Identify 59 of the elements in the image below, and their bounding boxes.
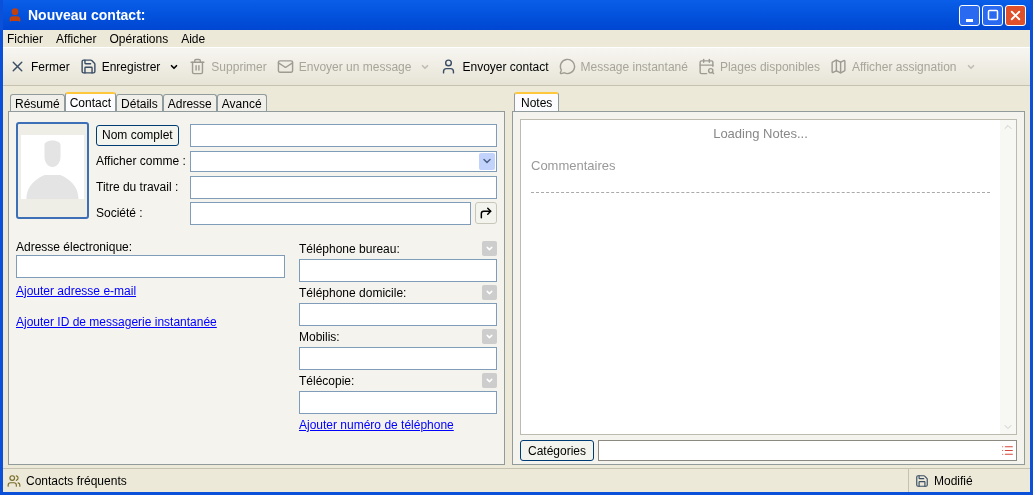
text-field[interactable] xyxy=(190,123,497,147)
display-as-dropdown[interactable] xyxy=(190,150,497,172)
person-silhouette-icon xyxy=(21,135,84,199)
window-title: Nouveau contact: xyxy=(28,5,146,25)
tab[interactable]: Adresse xyxy=(162,94,217,111)
field-label: Mobilis: xyxy=(299,328,340,346)
menu-item[interactable]: Aide xyxy=(181,29,206,48)
link[interactable]: Ajouter numéro de téléphone xyxy=(299,416,454,434)
status-text: Modifié xyxy=(934,472,973,490)
field-label: Afficher comme : xyxy=(96,153,186,170)
phone-field[interactable] xyxy=(299,303,497,326)
curved-arrow-icon xyxy=(479,206,493,220)
email-field[interactable] xyxy=(16,255,285,278)
comments-placeholder: Commentaires xyxy=(531,156,617,175)
menu-item[interactable]: Fichier xyxy=(7,29,43,48)
link[interactable]: Ajouter ID de messagerie instantanée xyxy=(16,313,217,331)
tab[interactable]: Résumé xyxy=(10,94,65,111)
envelope-icon xyxy=(276,58,294,75)
phone-field[interactable] xyxy=(299,259,497,282)
tab[interactable]: Détails xyxy=(116,94,163,111)
menu-item[interactable]: Afficher xyxy=(56,29,97,48)
contacts-icon xyxy=(7,473,21,488)
speech-bubble-icon xyxy=(558,58,576,75)
minimize-button[interactable] xyxy=(959,4,980,26)
field-label: Adresse électronique: xyxy=(16,239,134,255)
close-button[interactable] xyxy=(1005,4,1026,26)
follow-arrow-button[interactable] xyxy=(475,202,497,224)
tab[interactable]: Notes xyxy=(514,92,560,111)
calendar-icon xyxy=(697,58,715,75)
toolbar-button[interactable]: Enregistrer xyxy=(79,57,180,76)
tab[interactable]: Avancé xyxy=(216,94,267,111)
full-name-button[interactable]: Nom complet xyxy=(96,124,179,146)
contact-photo[interactable] xyxy=(16,122,89,219)
phone-field[interactable] xyxy=(299,391,497,414)
field-label: Téléphone bureau: xyxy=(299,240,400,258)
notes-area[interactable]: Loading Notes... Commentaires xyxy=(520,119,1017,435)
save-icon xyxy=(915,473,929,488)
field-label: Société : xyxy=(96,205,143,222)
company-field[interactable] xyxy=(190,201,471,225)
loading-text: Loading Notes... xyxy=(713,125,808,143)
field-label: Titre du travail : xyxy=(96,179,179,196)
menu-item[interactable]: Opérations xyxy=(109,29,169,48)
maximize-icon xyxy=(986,9,999,21)
phone-field[interactable] xyxy=(299,347,497,370)
toolbar-button[interactable]: Envoyer contact xyxy=(440,57,549,76)
categories-button[interactable]: Catégories xyxy=(520,440,594,461)
link[interactable]: Ajouter adresse e-mail xyxy=(16,282,137,300)
list-icon xyxy=(1001,444,1014,457)
contact-icon xyxy=(7,7,23,23)
field-label: Télécopie: xyxy=(299,372,355,390)
map-icon xyxy=(830,58,847,75)
text-field[interactable] xyxy=(190,175,497,199)
toolbar-button[interactable]: Fermer xyxy=(9,57,70,76)
tab[interactable]: Contact xyxy=(64,92,117,111)
status-text: Contacts fréquents xyxy=(26,472,127,490)
trash-can-icon xyxy=(189,58,207,75)
field-label: Téléphone domicile: xyxy=(299,284,407,302)
maximize-button[interactable] xyxy=(982,4,1003,26)
categories-field[interactable] xyxy=(598,440,1017,461)
